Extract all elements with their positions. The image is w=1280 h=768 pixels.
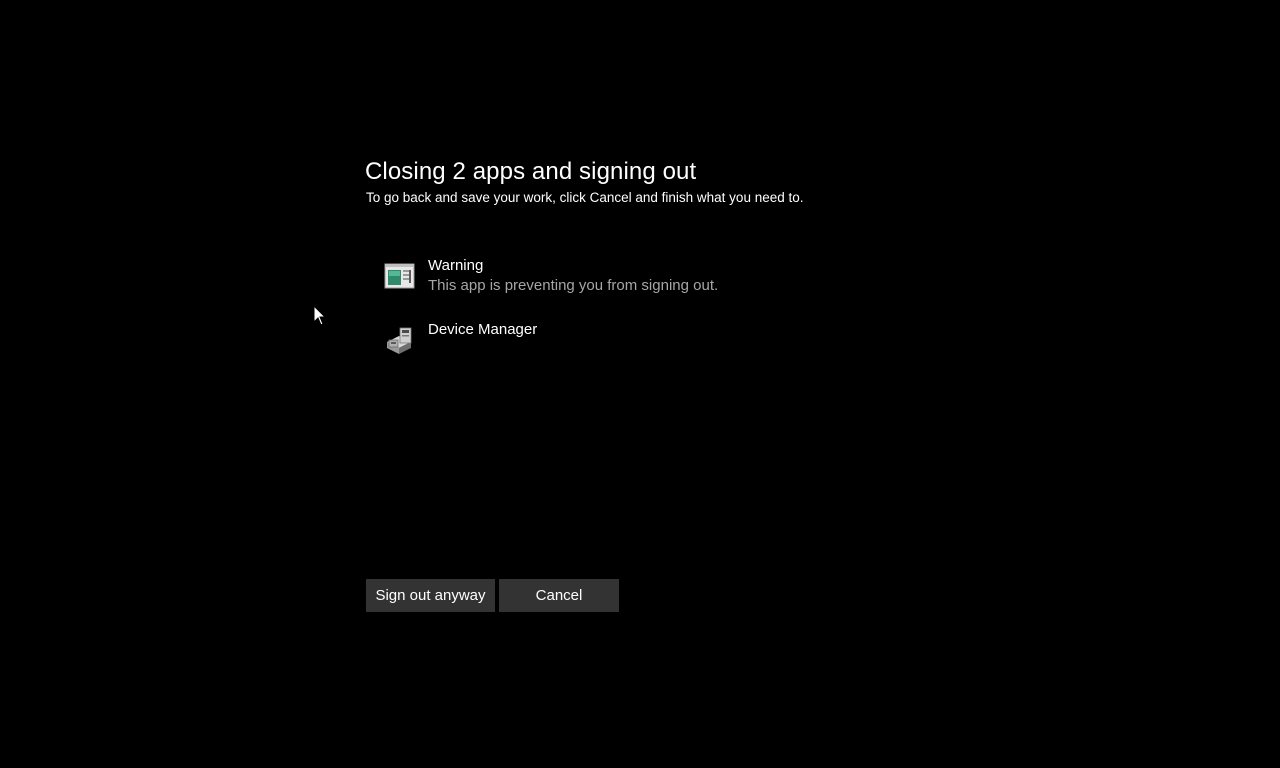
page-title: Closing 2 apps and signing out [365, 158, 697, 185]
cancel-button[interactable]: Cancel [499, 579, 619, 612]
app-list-item: Device Manager [383, 320, 803, 364]
app-name: Warning [428, 257, 484, 274]
app-name: Device Manager [428, 321, 538, 338]
device-manager-icon [387, 327, 412, 354]
mouse-pointer-icon [313, 305, 327, 326]
signout-screen: Closing 2 apps and signing out To go bac… [0, 0, 1280, 768]
application-window-icon [384, 263, 415, 289]
app-list-item: Warning This app is preventing you from … [383, 256, 803, 300]
page-subtitle: To go back and save your work, click Can… [366, 190, 804, 205]
sign-out-anyway-button[interactable]: Sign out anyway [366, 579, 495, 612]
app-status: This app is preventing you from signing … [428, 277, 719, 294]
